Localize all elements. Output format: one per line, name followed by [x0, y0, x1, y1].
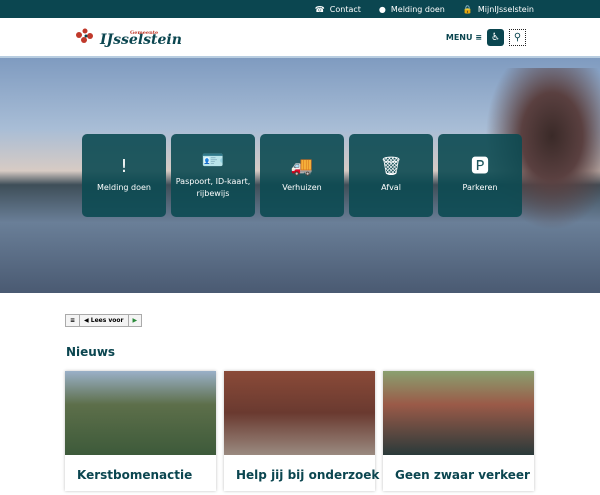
logo[interactable]: Gemeente IJsselstein: [74, 27, 182, 47]
news-image: [65, 371, 216, 455]
news-image: [383, 371, 534, 455]
exclamation-icon: !: [120, 155, 128, 177]
news-image: [224, 371, 375, 455]
play-button[interactable]: ▶: [129, 315, 142, 326]
tile-verhuizen[interactable]: 🚚 Verhuizen: [260, 134, 344, 217]
mijn-link[interactable]: 🔒 MijnIJsselstein: [463, 5, 534, 14]
tile-parkeren[interactable]: 🅿 Parkeren: [438, 134, 522, 217]
id-card-icon: 🪪: [201, 149, 225, 171]
trash-icon: 🗑: [379, 155, 403, 177]
tile-paspoort[interactable]: 🪪 Paspoort, ID-kaart, rijbewijs: [171, 134, 255, 217]
news-card[interactable]: Kerstbomenactie: [65, 371, 216, 491]
melding-link[interactable]: ● Melding doen: [379, 5, 445, 14]
lock-icon: 🔒: [462, 4, 473, 14]
tile-afval[interactable]: 🗑 Afval: [349, 134, 433, 217]
truck-icon: 🚚: [290, 155, 314, 177]
read-aloud-button[interactable]: ◀ Lees voor: [80, 315, 129, 326]
header: Gemeente IJsselstein MENU ≡ ♿ ⚲: [0, 18, 600, 58]
readspeaker: ≡ ◀ Lees voor ▶: [65, 314, 143, 327]
news-card[interactable]: Geen zwaar verkeer: [383, 371, 534, 491]
readspeaker-menu-button[interactable]: ≡: [66, 315, 81, 326]
tile-melding-doen[interactable]: ! Melding doen: [82, 134, 166, 217]
news-card[interactable]: Help jij bij onderzoek: [224, 371, 379, 491]
speaker-icon: ◀: [84, 317, 89, 324]
hamburger-icon: ≡: [475, 32, 482, 42]
contact-link[interactable]: ☎ Contact: [315, 5, 361, 14]
top-bar: ☎ Contact ● Melding doen 🔒 MijnIJsselstein: [0, 0, 600, 18]
phone-icon: ☎: [314, 4, 325, 14]
parking-icon: 🅿: [471, 155, 489, 177]
menu-button[interactable]: MENU ≡: [446, 33, 482, 42]
alert-icon: ●: [378, 4, 386, 14]
news-heading: Nieuws: [66, 345, 116, 359]
search-icon[interactable]: ⚲: [509, 28, 526, 46]
accessibility-icon[interactable]: ♿: [487, 28, 504, 46]
logo-mark-icon: [76, 28, 93, 43]
hero-image: ! Melding doen 🪪 Paspoort, ID-kaart, rijbe…: [0, 58, 600, 293]
